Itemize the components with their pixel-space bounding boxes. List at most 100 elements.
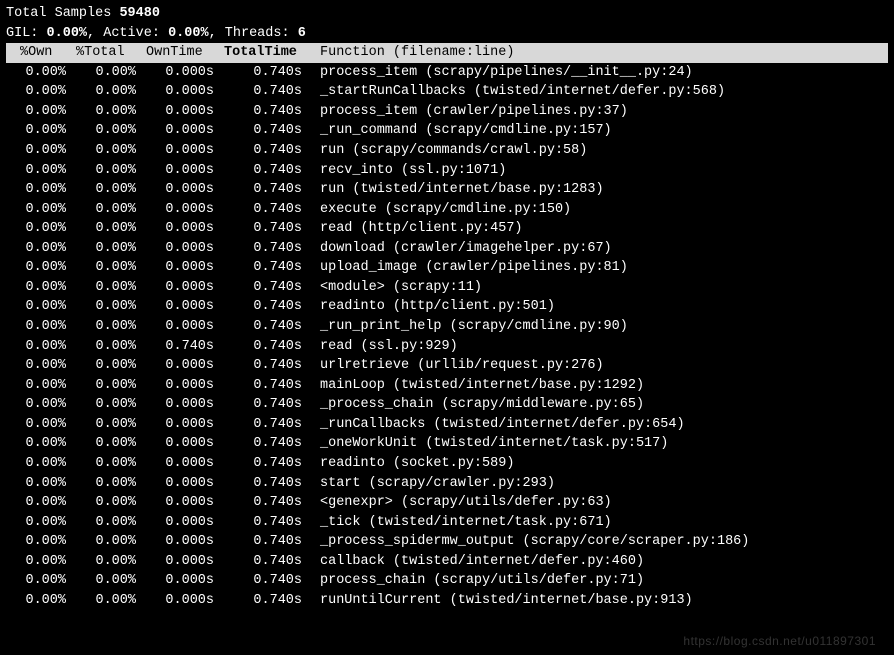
cell-owntime: 0.000s <box>138 356 216 376</box>
cell-owntime: 0.000s <box>138 141 216 161</box>
cell-totaltime: 0.740s <box>216 278 308 298</box>
table-row: 0.00%0.00%0.000s0.740sdownload (crawler/… <box>6 239 888 259</box>
cell-own: 0.00% <box>6 258 68 278</box>
cell-owntime: 0.000s <box>138 239 216 259</box>
cell-totaltime: 0.740s <box>216 591 308 611</box>
cell-own: 0.00% <box>6 161 68 181</box>
cell-owntime: 0.000s <box>138 63 216 83</box>
table-row: 0.00%0.00%0.000s0.740sread (http/client.… <box>6 219 888 239</box>
active-value: 0.00% <box>168 26 209 41</box>
cell-own: 0.00% <box>6 434 68 454</box>
table-row: 0.00%0.00%0.000s0.740smainLoop (twisted/… <box>6 376 888 396</box>
table-row: 0.00%0.00%0.000s0.740s_process_spidermw_… <box>6 532 888 552</box>
cell-totaltime: 0.740s <box>216 571 308 591</box>
cell-totaltime: 0.740s <box>216 552 308 572</box>
cell-own: 0.00% <box>6 513 68 533</box>
cell-totaltime: 0.740s <box>216 297 308 317</box>
cell-totaltime: 0.740s <box>216 454 308 474</box>
cell-owntime: 0.000s <box>138 200 216 220</box>
cell-total: 0.00% <box>68 454 138 474</box>
cell-owntime: 0.000s <box>138 161 216 181</box>
cell-own: 0.00% <box>6 552 68 572</box>
cell-owntime: 0.000s <box>138 474 216 494</box>
header-totaltime: TotalTime <box>216 43 308 63</box>
cell-total: 0.00% <box>68 356 138 376</box>
cell-owntime: 0.000s <box>138 571 216 591</box>
cell-owntime: 0.000s <box>138 513 216 533</box>
cell-total: 0.00% <box>68 239 138 259</box>
table-row: 0.00%0.00%0.000s0.740s_process_chain (sc… <box>6 395 888 415</box>
table-row: 0.00%0.00%0.000s0.740s_run_command (scra… <box>6 121 888 141</box>
table-row: 0.00%0.00%0.000s0.740supload_image (craw… <box>6 258 888 278</box>
cell-totaltime: 0.740s <box>216 200 308 220</box>
cell-totaltime: 0.740s <box>216 82 308 102</box>
cell-owntime: 0.000s <box>138 493 216 513</box>
cell-function: _runCallbacks (twisted/internet/defer.py… <box>308 415 888 435</box>
cell-function: mainLoop (twisted/internet/base.py:1292) <box>308 376 888 396</box>
cell-totaltime: 0.740s <box>216 63 308 83</box>
cell-function: <genexpr> (scrapy/utils/defer.py:63) <box>308 493 888 513</box>
cell-totaltime: 0.740s <box>216 356 308 376</box>
cell-total: 0.00% <box>68 474 138 494</box>
cell-own: 0.00% <box>6 454 68 474</box>
table-row: 0.00%0.00%0.000s0.740sreadinto (http/cli… <box>6 297 888 317</box>
cell-own: 0.00% <box>6 493 68 513</box>
cell-total: 0.00% <box>68 493 138 513</box>
cell-owntime: 0.000s <box>138 454 216 474</box>
cell-totaltime: 0.740s <box>216 102 308 122</box>
cell-total: 0.00% <box>68 395 138 415</box>
cell-function: upload_image (crawler/pipelines.py:81) <box>308 258 888 278</box>
cell-owntime: 0.000s <box>138 121 216 141</box>
cell-totaltime: 0.740s <box>216 258 308 278</box>
cell-own: 0.00% <box>6 102 68 122</box>
cell-totaltime: 0.740s <box>216 337 308 357</box>
total-samples-value: 59480 <box>119 6 160 21</box>
cell-function: _tick (twisted/internet/task.py:671) <box>308 513 888 533</box>
gil-value: 0.00% <box>47 26 88 41</box>
cell-function: readinto (socket.py:589) <box>308 454 888 474</box>
header-total: %Total <box>68 43 138 63</box>
cell-total: 0.00% <box>68 102 138 122</box>
cell-owntime: 0.000s <box>138 258 216 278</box>
cell-own: 0.00% <box>6 121 68 141</box>
cell-owntime: 0.000s <box>138 376 216 396</box>
header-owntime: OwnTime <box>138 43 216 63</box>
cell-own: 0.00% <box>6 337 68 357</box>
cell-totaltime: 0.740s <box>216 493 308 513</box>
table-row: 0.00%0.00%0.000s0.740sprocess_item (craw… <box>6 102 888 122</box>
cell-own: 0.00% <box>6 356 68 376</box>
cell-function: _process_spidermw_output (scrapy/core/sc… <box>308 532 888 552</box>
cell-function: download (crawler/imagehelper.py:67) <box>308 239 888 259</box>
table-row: 0.00%0.00%0.000s0.740sprocess_item (scra… <box>6 63 888 83</box>
cell-function: _run_command (scrapy/cmdline.py:157) <box>308 121 888 141</box>
cell-totaltime: 0.740s <box>216 395 308 415</box>
cell-total: 0.00% <box>68 513 138 533</box>
table-row: 0.00%0.00%0.000s0.740srun (twisted/inter… <box>6 180 888 200</box>
cell-owntime: 0.000s <box>138 317 216 337</box>
cell-totaltime: 0.740s <box>216 415 308 435</box>
cell-totaltime: 0.740s <box>216 180 308 200</box>
table-row: 0.00%0.00%0.000s0.740s_startRunCallbacks… <box>6 82 888 102</box>
cell-function: runUntilCurrent (twisted/internet/base.p… <box>308 591 888 611</box>
cell-owntime: 0.000s <box>138 278 216 298</box>
cell-totaltime: 0.740s <box>216 376 308 396</box>
cell-total: 0.00% <box>68 258 138 278</box>
cell-totaltime: 0.740s <box>216 239 308 259</box>
cell-function: process_item (crawler/pipelines.py:37) <box>308 102 888 122</box>
cell-own: 0.00% <box>6 63 68 83</box>
table-row: 0.00%0.00%0.000s0.740s_run_print_help (s… <box>6 317 888 337</box>
table-row: 0.00%0.00%0.000s0.740s<module> (scrapy:1… <box>6 278 888 298</box>
cell-total: 0.00% <box>68 376 138 396</box>
cell-own: 0.00% <box>6 474 68 494</box>
cell-owntime: 0.000s <box>138 82 216 102</box>
cell-total: 0.00% <box>68 63 138 83</box>
gil-active-threads-line: GIL: 0.00%, Active: 0.00%, Threads: 6 <box>6 24 888 44</box>
cell-owntime: 0.000s <box>138 591 216 611</box>
cell-owntime: 0.000s <box>138 415 216 435</box>
table-row: 0.00%0.00%0.000s0.740s_runCallbacks (twi… <box>6 415 888 435</box>
cell-total: 0.00% <box>68 82 138 102</box>
table-header-row: %Own %Total OwnTime TotalTime Function (… <box>6 43 888 63</box>
cell-totaltime: 0.740s <box>216 474 308 494</box>
cell-own: 0.00% <box>6 415 68 435</box>
table-row: 0.00%0.00%0.000s0.740srecv_into (ssl.py:… <box>6 161 888 181</box>
